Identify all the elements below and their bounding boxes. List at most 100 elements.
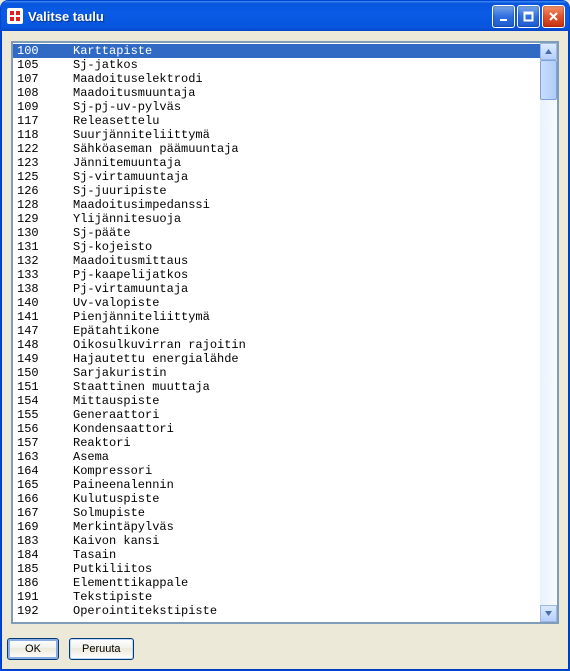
list-item[interactable]: 141Pienjänniteliittymä (13, 310, 540, 324)
list-item-code: 138 (17, 282, 73, 296)
list-item-name: Elementtikappale (73, 576, 536, 590)
list-item-code: 191 (17, 590, 73, 604)
minimize-button[interactable] (492, 5, 515, 28)
list-item-name: Pj-kaapelijatkos (73, 268, 536, 282)
list-item[interactable]: 129Ylijännitesuoja (13, 212, 540, 226)
list-item[interactable]: 169Merkintäpylväs (13, 520, 540, 534)
list-item[interactable]: 138Pj-virtamuuntaja (13, 282, 540, 296)
scroll-up-button[interactable] (540, 43, 557, 60)
list-item-code: 125 (17, 170, 73, 184)
list-item-name: Kompressori (73, 464, 536, 478)
list-item[interactable]: 186Elementtikappale (13, 576, 540, 590)
list-item-code: 166 (17, 492, 73, 506)
window-title: Valitse taulu (28, 9, 492, 24)
list-item[interactable]: 155Generaattori (13, 408, 540, 422)
list-item-name: Asema (73, 450, 536, 464)
list-item[interactable]: 132Maadoitusmittaus (13, 254, 540, 268)
list-item-code: 140 (17, 296, 73, 310)
scroll-thumb[interactable] (540, 60, 557, 100)
list-item[interactable]: 154Mittauspiste (13, 394, 540, 408)
list-item[interactable]: 192Operointitekstipiste (13, 604, 540, 618)
vertical-scrollbar[interactable] (540, 43, 557, 622)
scroll-track[interactable] (540, 60, 557, 605)
list-item-name: Sj-juuripiste (73, 184, 536, 198)
list-item-code: 163 (17, 450, 73, 464)
list-item-name: Hajautettu energialähde (73, 352, 536, 366)
list-item-name: Karttapiste (73, 44, 536, 58)
app-icon (7, 8, 23, 24)
list-item-name: Tasain (73, 548, 536, 562)
list-item-name: Solmupiste (73, 506, 536, 520)
list-item-code: 151 (17, 380, 73, 394)
list-item[interactable]: 130Sj-pääte (13, 226, 540, 240)
list-item-name: Suurjänniteliittymä (73, 128, 536, 142)
list-item[interactable]: 122Sähköaseman päämuuntaja (13, 142, 540, 156)
list-item-code: 165 (17, 478, 73, 492)
list-item[interactable]: 164Kompressori (13, 464, 540, 478)
list-item-name: Sarjakuristin (73, 366, 536, 380)
list-item[interactable]: 117Releasettelu (13, 114, 540, 128)
scroll-down-button[interactable] (540, 605, 557, 622)
list-item[interactable]: 131Sj-kojeisto (13, 240, 540, 254)
list-item-name: Pj-virtamuuntaja (73, 282, 536, 296)
list-item-name: Maadoitusmittaus (73, 254, 536, 268)
list-item[interactable]: 151Staattinen muuttaja (13, 380, 540, 394)
list-item[interactable]: 133Pj-kaapelijatkos (13, 268, 540, 282)
list-item[interactable]: 100Karttapiste (13, 44, 540, 58)
list-item[interactable]: 166Kulutuspiste (13, 492, 540, 506)
list-item[interactable]: 108Maadoitusmuuntaja (13, 86, 540, 100)
list-item-name: Releasettelu (73, 114, 536, 128)
list-item-code: 150 (17, 366, 73, 380)
list-item[interactable]: 183Kaivon kansi (13, 534, 540, 548)
list-item[interactable]: 105Sj-jatkos (13, 58, 540, 72)
list-item[interactable]: 126Sj-juuripiste (13, 184, 540, 198)
list-item-code: 105 (17, 58, 73, 72)
list-item[interactable]: 109Sj-pj-uv-pylväs (13, 100, 540, 114)
list-item[interactable]: 157Reaktori (13, 436, 540, 450)
list-item-name: Kaivon kansi (73, 534, 536, 548)
maximize-button[interactable] (517, 5, 540, 28)
button-bar: OK Peruuta (1, 630, 569, 670)
list-item[interactable]: 107Maadoituselektrodi (13, 72, 540, 86)
cancel-button[interactable]: Peruuta (69, 638, 134, 660)
list-item[interactable]: 147Epätahtikone (13, 324, 540, 338)
list-item[interactable]: 156Kondensaattori (13, 422, 540, 436)
list-item-code: 148 (17, 338, 73, 352)
listbox[interactable]: 100Karttapiste105Sj-jatkos107Maadoitusel… (13, 43, 540, 622)
list-item[interactable]: 123Jännitemuuntaja (13, 156, 540, 170)
list-item[interactable]: 149Hajautettu energialähde (13, 352, 540, 366)
list-item-code: 117 (17, 114, 73, 128)
list-item[interactable]: 125Sj-virtamuuntaja (13, 170, 540, 184)
list-item[interactable]: 148Oikosulkuvirran rajoitin (13, 338, 540, 352)
list-item-code: 118 (17, 128, 73, 142)
list-item-code: 149 (17, 352, 73, 366)
list-item[interactable]: 191Tekstipiste (13, 590, 540, 604)
window-controls (492, 5, 565, 28)
titlebar[interactable]: Valitse taulu (1, 1, 569, 31)
ok-button[interactable]: OK (7, 638, 59, 660)
close-button[interactable] (542, 5, 565, 28)
list-item[interactable]: 185Putkiliitos (13, 562, 540, 576)
list-item[interactable]: 128Maadoitusimpedanssi (13, 198, 540, 212)
list-item[interactable]: 118Suurjänniteliittymä (13, 128, 540, 142)
list-item-name: Operointitekstipiste (73, 604, 536, 618)
list-item-code: 107 (17, 72, 73, 86)
list-item[interactable]: 140Uv-valopiste (13, 296, 540, 310)
list-item[interactable]: 163Asema (13, 450, 540, 464)
list-item-name: Kulutuspiste (73, 492, 536, 506)
list-item-name: Tekstipiste (73, 590, 536, 604)
list-item-code: 147 (17, 324, 73, 338)
list-item-name: Paineenalennin (73, 478, 536, 492)
list-item-name: Sj-jatkos (73, 58, 536, 72)
list-item-name: Jännitemuuntaja (73, 156, 536, 170)
list-item[interactable]: 165Paineenalennin (13, 478, 540, 492)
list-item[interactable]: 167Solmupiste (13, 506, 540, 520)
list-item[interactable]: 150Sarjakuristin (13, 366, 540, 380)
list-item-code: 109 (17, 100, 73, 114)
list-item-code: 129 (17, 212, 73, 226)
list-item-code: 192 (17, 604, 73, 618)
list-item-name: Maadoitusmuuntaja (73, 86, 536, 100)
list-item-code: 167 (17, 506, 73, 520)
list-item-name: Uv-valopiste (73, 296, 536, 310)
list-item[interactable]: 184Tasain (13, 548, 540, 562)
